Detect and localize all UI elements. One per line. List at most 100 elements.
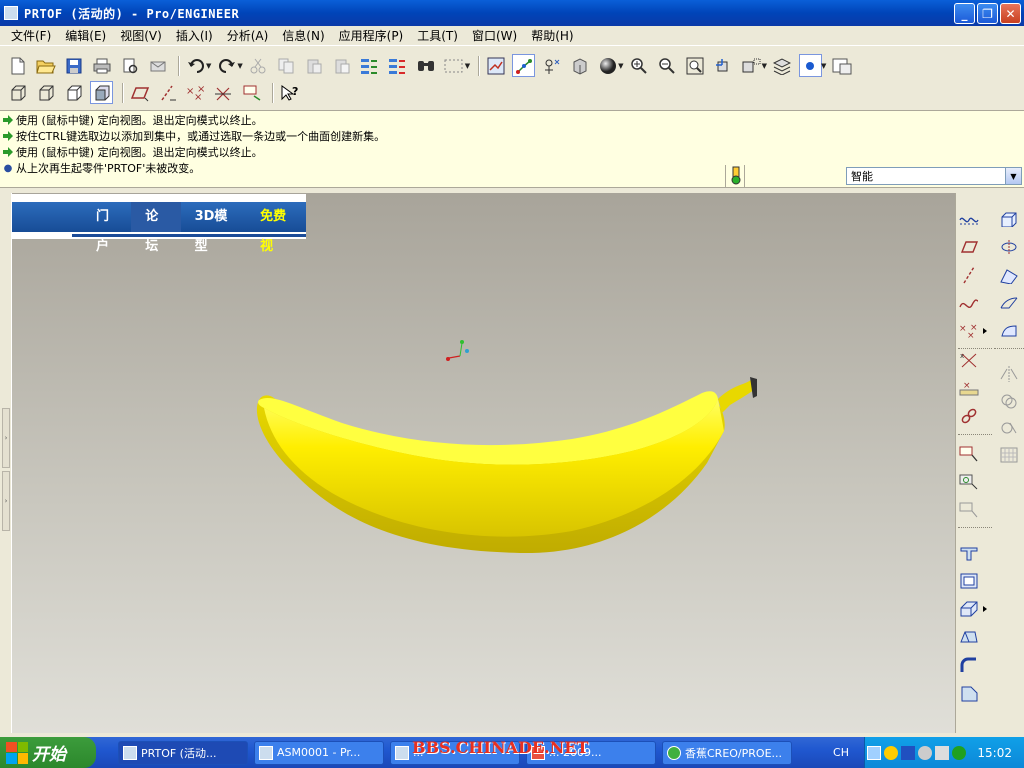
open-folder-icon[interactable] bbox=[34, 54, 57, 77]
paste-special-icon[interactable] bbox=[331, 54, 354, 77]
hole-icon[interactable] bbox=[958, 542, 980, 564]
send-mail-icon[interactable] bbox=[146, 54, 169, 77]
layers-icon[interactable] bbox=[771, 54, 794, 77]
status-light-icon[interactable] bbox=[725, 165, 745, 187]
banner-3d-model-link[interactable]: 3D模型 bbox=[181, 202, 247, 254]
datum-plane-tool-icon[interactable] bbox=[958, 236, 980, 258]
media-icon[interactable] bbox=[952, 745, 967, 760]
datum-curve-icon[interactable] bbox=[958, 292, 980, 314]
copy-icon[interactable] bbox=[275, 54, 298, 77]
graphics-window[interactable] bbox=[12, 193, 955, 733]
banner-forum-link[interactable]: 论坛 bbox=[131, 202, 181, 254]
selection-filter-dropdown[interactable]: 智能 ▼ bbox=[846, 167, 1022, 185]
reorient-icon[interactable] bbox=[712, 54, 735, 77]
model-tree-icon[interactable] bbox=[830, 54, 853, 77]
find-icon[interactable] bbox=[415, 54, 438, 77]
banana-model[interactable] bbox=[256, 377, 757, 553]
cut-icon[interactable] bbox=[247, 54, 270, 77]
taskbar-item-prtof[interactable]: PRTOF (活动... bbox=[118, 740, 248, 765]
annotation-icon[interactable] bbox=[240, 81, 263, 104]
datum-csys-tool-icon[interactable]: x bbox=[958, 349, 980, 371]
shading-sphere-icon[interactable] bbox=[596, 54, 619, 77]
round-icon[interactable] bbox=[958, 654, 980, 676]
datum-axis-tool-icon[interactable] bbox=[958, 264, 980, 286]
language-indicator[interactable]: CH bbox=[826, 737, 856, 768]
datum-axis-icon[interactable] bbox=[156, 81, 179, 104]
menu-insert[interactable]: 插入(I) bbox=[169, 27, 220, 45]
antivirus-icon[interactable] bbox=[901, 745, 916, 760]
taskbar-item-asm0001[interactable]: ASM0001 - Pr... bbox=[254, 740, 384, 765]
print-preview-icon[interactable] bbox=[118, 54, 141, 77]
datum-point-icon[interactable]: × × × bbox=[184, 81, 207, 104]
volume-icon[interactable] bbox=[935, 745, 950, 760]
security-icon[interactable] bbox=[918, 745, 933, 760]
blend-icon[interactable] bbox=[998, 292, 1020, 314]
chamfer-icon[interactable] bbox=[958, 682, 980, 704]
navigator-tab[interactable]: › bbox=[2, 408, 10, 468]
sketch-curve-icon[interactable] bbox=[958, 207, 980, 229]
extrude-icon[interactable] bbox=[998, 207, 1020, 229]
banner-free-video-link[interactable]: 免费视 bbox=[246, 202, 306, 254]
network-icon[interactable] bbox=[867, 745, 882, 760]
shaded-icon[interactable] bbox=[90, 81, 113, 104]
clock[interactable]: 15:02 bbox=[977, 746, 1012, 760]
print-icon[interactable] bbox=[90, 54, 113, 77]
menu-window[interactable]: 窗口(W) bbox=[465, 27, 524, 45]
taskbar-item-browser[interactable]: 香蕉CREO/PROE... bbox=[662, 740, 792, 765]
context-help-icon[interactable]: ? bbox=[278, 81, 301, 104]
boundary-blend-icon[interactable] bbox=[998, 320, 1020, 342]
datum-point-tool-icon[interactable]: × × × bbox=[958, 320, 980, 342]
chevron-right-icon[interactable] bbox=[980, 320, 990, 342]
menu-file[interactable]: 文件(F) bbox=[4, 27, 58, 45]
window-title-bar[interactable]: PRTOF (活动的) - Pro/ENGINEER _ ❐ ✕ bbox=[0, 0, 1024, 26]
regenerate-icon[interactable] bbox=[359, 54, 382, 77]
no-hidden-icon[interactable] bbox=[62, 81, 85, 104]
menu-applications[interactable]: 应用程序(P) bbox=[332, 27, 411, 45]
spin-center-icon[interactable] bbox=[512, 54, 536, 77]
regen-manager-icon[interactable] bbox=[387, 54, 410, 77]
sketch-tool-icon[interactable] bbox=[958, 443, 980, 465]
chevron-down-icon[interactable]: ▼ bbox=[1005, 168, 1021, 184]
sweep-icon[interactable] bbox=[998, 264, 1020, 286]
undo-icon[interactable] bbox=[184, 54, 207, 77]
model-viewport[interactable] bbox=[12, 193, 955, 733]
start-button[interactable]: 开始 bbox=[0, 737, 96, 768]
refit-icon[interactable] bbox=[684, 54, 707, 77]
rib-icon[interactable] bbox=[958, 598, 980, 620]
chevron-right-icon[interactable] bbox=[980, 598, 990, 620]
zoom-in-icon[interactable] bbox=[628, 54, 651, 77]
qq-icon[interactable] bbox=[884, 745, 899, 760]
close-button[interactable]: ✕ bbox=[1000, 3, 1021, 24]
menu-analysis[interactable]: 分析(A) bbox=[220, 27, 276, 45]
menu-info[interactable]: 信息(N) bbox=[275, 27, 331, 45]
new-file-icon[interactable] bbox=[6, 54, 29, 77]
menu-edit[interactable]: 编辑(E) bbox=[58, 27, 113, 45]
datum-plane-icon[interactable] bbox=[128, 81, 151, 104]
menu-view[interactable]: 视图(V) bbox=[113, 27, 169, 45]
view-list-icon[interactable] bbox=[740, 54, 763, 77]
redo-icon[interactable] bbox=[215, 54, 238, 77]
draft-icon[interactable] bbox=[958, 626, 980, 648]
datum-csys-icon[interactable] bbox=[212, 81, 235, 104]
menu-help[interactable]: 帮助(H) bbox=[524, 27, 580, 45]
save-icon[interactable] bbox=[62, 54, 85, 77]
banner-portal-link[interactable]: 门户 bbox=[82, 202, 131, 254]
navigator-tab[interactable]: › bbox=[2, 471, 10, 531]
saved-views-icon[interactable] bbox=[568, 54, 591, 77]
sketch-view-icon[interactable] bbox=[958, 471, 980, 493]
revolve-icon[interactable] bbox=[998, 236, 1020, 258]
analysis-feature-icon[interactable]: × bbox=[958, 377, 980, 399]
maximize-button[interactable]: ❐ bbox=[977, 3, 998, 24]
model-display-icon[interactable] bbox=[798, 54, 822, 77]
zoom-out-icon[interactable] bbox=[656, 54, 679, 77]
minimize-button[interactable]: _ bbox=[954, 3, 975, 24]
menu-tools[interactable]: 工具(T) bbox=[410, 27, 465, 45]
repaint-icon[interactable] bbox=[484, 54, 507, 77]
paste-icon[interactable] bbox=[303, 54, 326, 77]
select-box-icon[interactable] bbox=[443, 54, 466, 77]
wireframe-icon[interactable] bbox=[6, 81, 29, 104]
shell-icon[interactable] bbox=[958, 570, 980, 592]
orient-mode-icon[interactable] bbox=[540, 54, 563, 77]
hidden-line-icon[interactable] bbox=[34, 81, 57, 104]
chain-link-icon[interactable] bbox=[958, 405, 980, 427]
